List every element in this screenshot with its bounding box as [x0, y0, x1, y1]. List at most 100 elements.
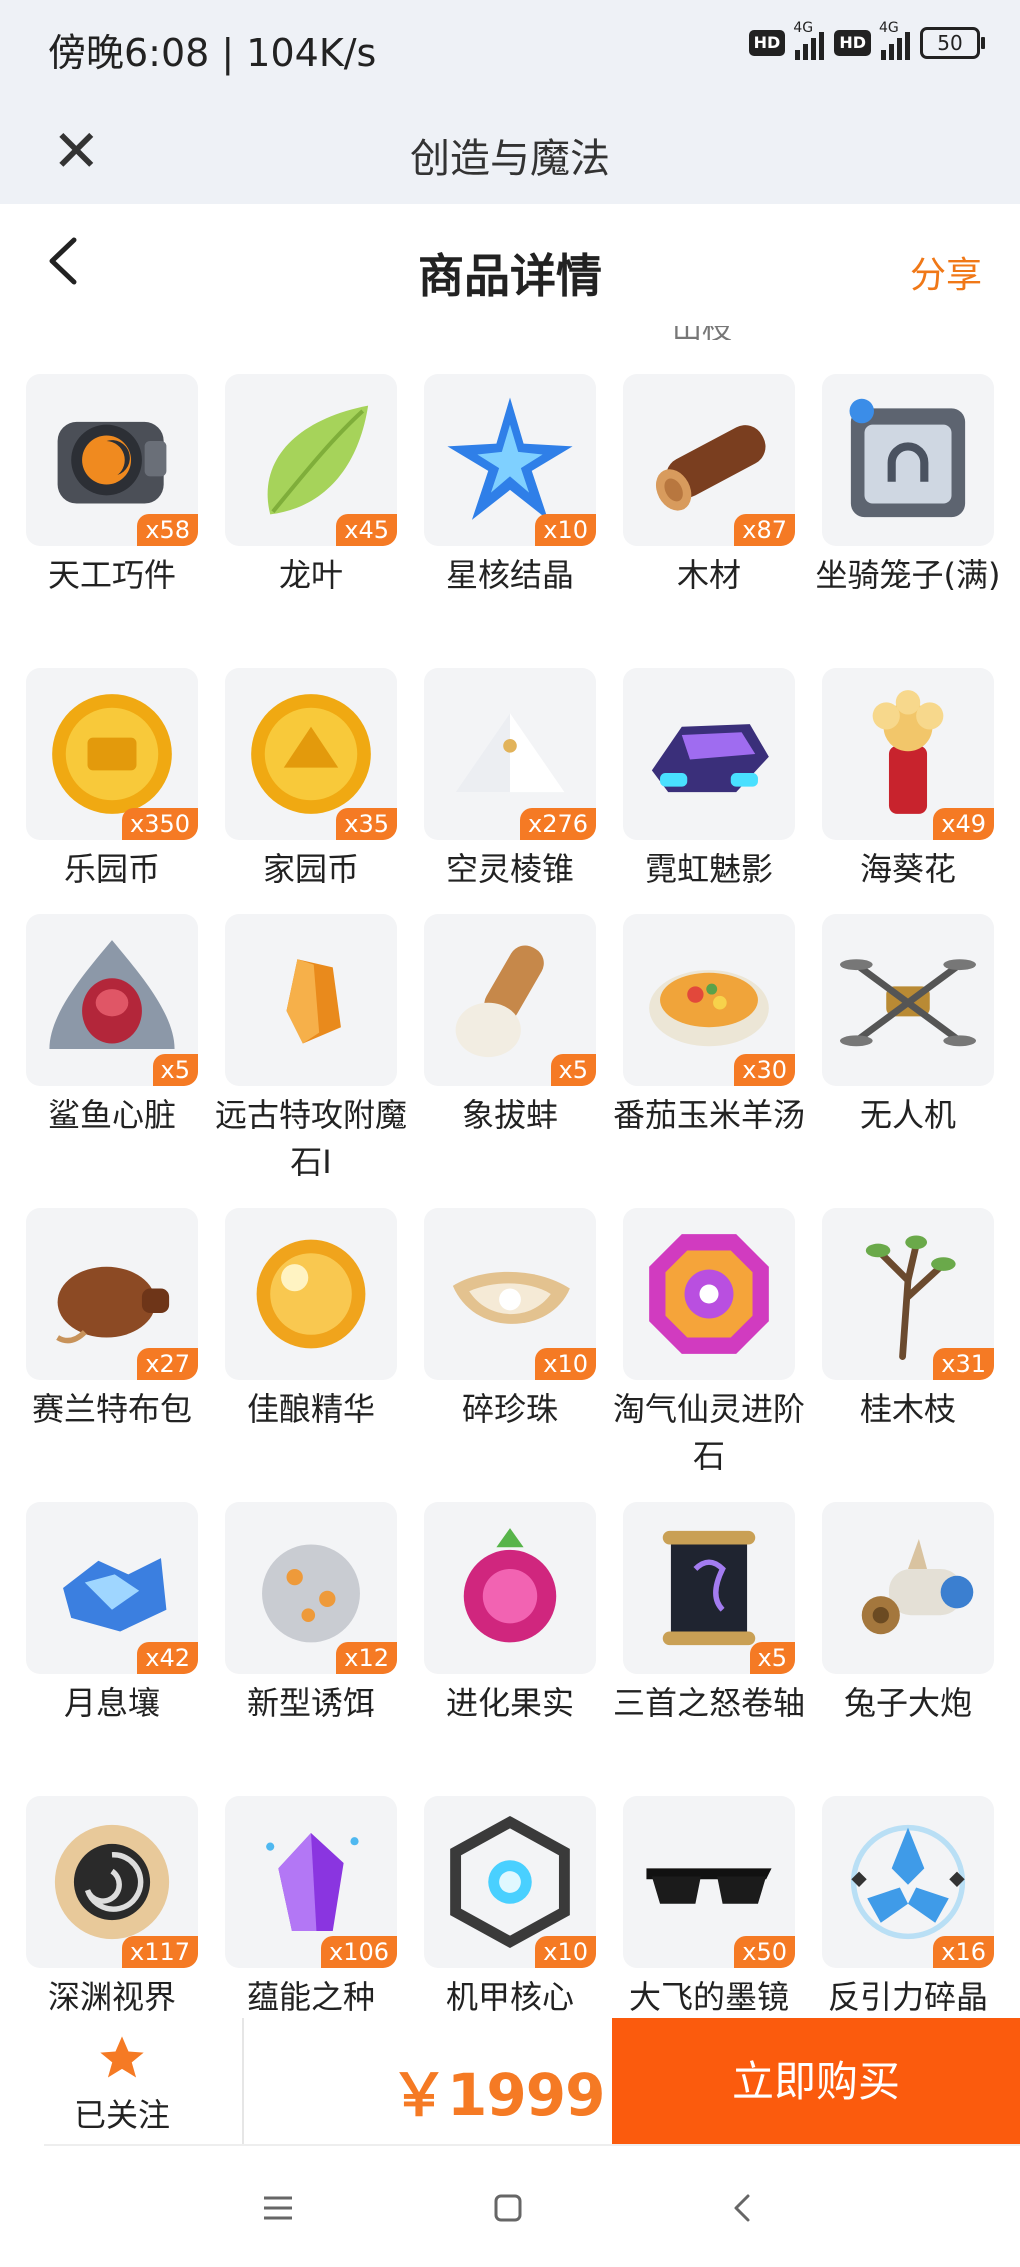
bait-icon	[262, 1544, 360, 1643]
item-tile: x42	[26, 1502, 198, 1674]
signal-icon: 4G	[793, 20, 825, 60]
item-name: 木材	[676, 556, 741, 594]
item-count-badge: x50	[734, 1936, 795, 1968]
fairy-gem-icon	[649, 1234, 769, 1354]
item-tile: x27	[26, 1208, 198, 1380]
item-tile: x16	[822, 1796, 994, 1968]
item-tile: x49	[822, 668, 994, 840]
antigravity-shard-icon	[850, 1824, 966, 1940]
item-tile	[822, 374, 994, 546]
cloth-bag-icon	[56, 1266, 170, 1344]
item-name: 远古特攻附魔石I	[214, 1096, 407, 1181]
item-tile: x58	[26, 374, 198, 546]
leaf-icon	[267, 405, 369, 515]
item-count-badge: x10	[535, 514, 596, 546]
item-tile: x350	[26, 668, 198, 840]
anemone-flower-icon	[872, 690, 944, 814]
back-nav-icon[interactable]	[722, 2188, 762, 2228]
app-title: 创造与魔法	[410, 136, 610, 182]
item-count-badge: x45	[336, 514, 397, 546]
pyramid-icon	[455, 713, 565, 793]
item-count-badge: x106	[320, 1936, 397, 1968]
gear-core-icon	[57, 421, 167, 504]
item-name: 进化果实	[445, 1684, 574, 1722]
branch-icon	[865, 1235, 956, 1360]
item-count-badge: x5	[749, 1642, 795, 1674]
item-name: 赛兰特布包	[31, 1390, 192, 1428]
essence-orb-icon	[256, 1239, 366, 1349]
enchant-stone-icon	[286, 959, 341, 1044]
item-tile: x10	[424, 1208, 596, 1380]
page-header: 商品详情 分享	[0, 204, 1020, 334]
status-bar: 傍晚6:08 | 104K/s HD 4G HD 4G 50	[0, 0, 1020, 100]
item-name: 番茄玉米羊汤	[612, 1096, 805, 1134]
item-tile: x276	[424, 668, 596, 840]
wood-log-icon	[655, 425, 766, 511]
item-tile	[623, 1208, 795, 1380]
item-name: 月息壤	[63, 1684, 160, 1722]
item-tile: x45	[225, 374, 397, 546]
item-count-badge: x58	[137, 514, 198, 546]
battery-icon: 50	[920, 27, 985, 59]
item-name: 碎珍珠	[461, 1390, 558, 1428]
gold-coin-icon	[251, 694, 371, 814]
item-tile: x106	[225, 1796, 397, 1968]
hd-icon: HD	[748, 30, 786, 56]
geoduck-icon	[455, 945, 544, 1058]
follow-label: 已关注	[73, 2096, 170, 2134]
item-count-badge: x117	[121, 1936, 198, 1968]
network-type-label: 4G	[793, 20, 814, 36]
broken-pearl-icon	[452, 1271, 570, 1324]
item-name: 三首之怒卷轴	[612, 1684, 805, 1722]
item-tile: x10	[424, 374, 596, 546]
bottom-action-bar: 已关注 ￥1999 立即购买	[0, 2018, 1020, 2146]
item-name: 龙叶	[278, 556, 343, 594]
item-count-badge: x87	[734, 514, 795, 546]
hd-icon: HD	[834, 30, 871, 56]
abyss-eye-icon	[54, 1824, 170, 1940]
scroll-icon	[662, 1530, 756, 1646]
item-name: 坐骑笼子(满)	[815, 556, 1001, 594]
item-name: 机甲核心	[445, 1978, 574, 2016]
item-tile	[623, 668, 795, 840]
star-icon	[100, 2036, 144, 2078]
signal-icon: 4G	[879, 20, 910, 60]
sunglasses-icon	[646, 1868, 772, 1904]
item-name: 空灵棱锥	[445, 850, 574, 888]
item-name: 乐园币	[63, 850, 160, 888]
status-time: 傍晚6:08 | 104K/s	[48, 31, 377, 75]
item-name: 新型诱饵	[246, 1684, 375, 1722]
item-tile: x117	[26, 1796, 198, 1968]
home-icon[interactable]	[488, 2188, 528, 2228]
follow-button[interactable]: 已关注	[44, 2032, 200, 2142]
item-count-badge: x27	[137, 1348, 198, 1380]
item-tile: x35	[225, 668, 397, 840]
buy-now-button[interactable]: 立即购买	[612, 2018, 1020, 2146]
item-name: 蕴能之种	[246, 1978, 375, 2016]
share-button[interactable]: 分享	[910, 246, 982, 298]
menu-icon[interactable]	[258, 2188, 298, 2228]
rabbit-cannon-icon	[861, 1539, 974, 1635]
item-tile	[424, 1502, 596, 1674]
item-tile	[822, 1502, 994, 1674]
page-title: 商品详情	[418, 249, 602, 303]
system-nav-bar	[0, 2150, 1020, 2267]
drone-icon	[840, 959, 976, 1047]
item-tile: x50	[623, 1796, 795, 1968]
item-tile: x31	[822, 1208, 994, 1380]
item-count-badge: x5	[152, 1054, 198, 1086]
item-count-badge: x31	[933, 1348, 994, 1380]
soup-bowl-icon	[649, 970, 769, 1047]
status-indicators: HD 4G HD 4G 50	[748, 20, 985, 60]
item-count-badge: x30	[734, 1054, 795, 1086]
network-type-label: 4G	[879, 20, 899, 36]
item-name: 天工巧件	[47, 556, 176, 594]
item-tile: x5	[424, 914, 596, 1086]
item-name: 鲨鱼心脏	[47, 1096, 176, 1134]
item-name: 无人机	[859, 1096, 956, 1134]
divider	[242, 2018, 244, 2146]
neon-vehicle-icon	[651, 724, 769, 793]
item-tile	[225, 914, 397, 1086]
item-tile: x5	[623, 1502, 795, 1674]
item-tile: x12	[225, 1502, 397, 1674]
